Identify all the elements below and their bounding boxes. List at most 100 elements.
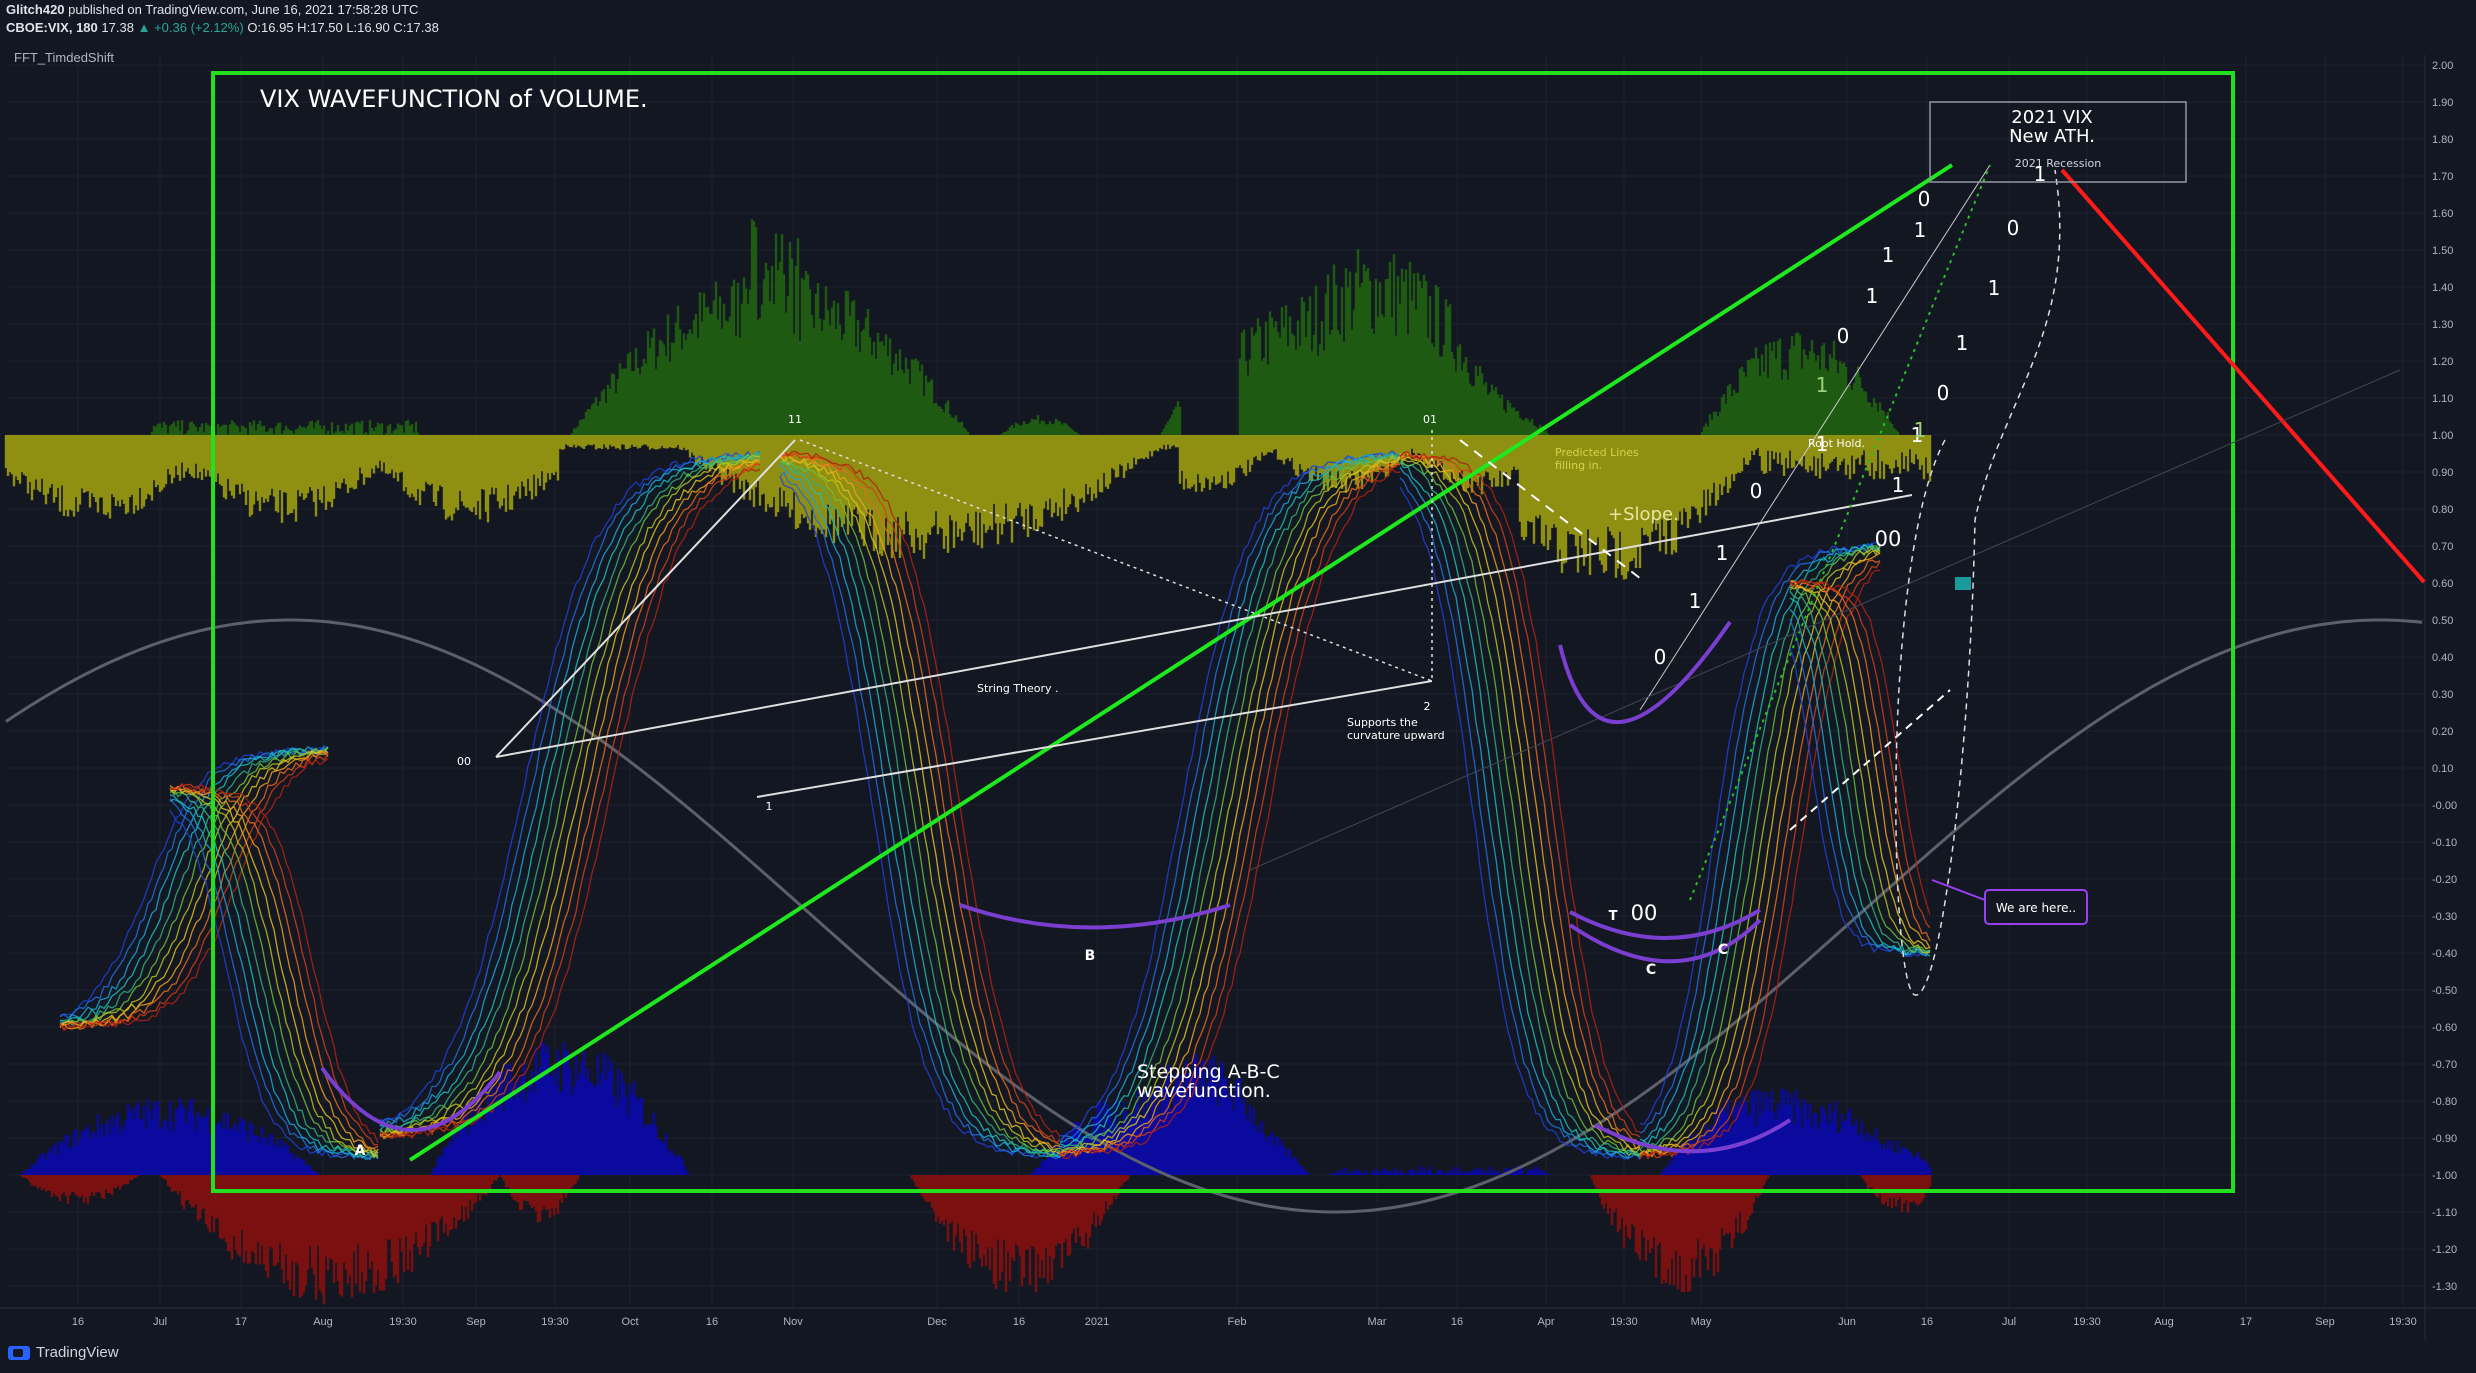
y-tick-label: 0.80 <box>2432 504 2453 516</box>
wave-line-rise <box>379 459 761 1137</box>
drawing-tools <box>211 71 2426 1193</box>
y-tick-label: 1.70 <box>2432 171 2453 183</box>
wave-line-rise <box>379 450 761 1123</box>
publish-info: Glitch420 published on TradingView.com, … <box>6 2 418 17</box>
wave-line-fall <box>169 787 379 1159</box>
wave-line-fall <box>1789 578 1931 929</box>
wave-line-rise <box>1059 457 1401 1157</box>
y-tick-label: -0.00 <box>2432 800 2457 812</box>
publisher-name[interactable]: Glitch420 <box>6 2 65 17</box>
red-volume-fill <box>20 1175 1932 1304</box>
ath-sub: 2021 Recession <box>2015 157 2101 170</box>
y-tick-label: 0.10 <box>2432 763 2453 775</box>
y-tick-label: 0.30 <box>2432 689 2453 701</box>
wave-line-rise <box>59 746 329 1026</box>
ohlc-values: O:16.95 H:17.50 L:16.90 C:17.38 <box>247 20 439 35</box>
supports-label-1: Supports the <box>1347 716 1418 729</box>
string-theory-line <box>495 494 1913 758</box>
y-tick-label: 0.70 <box>2432 541 2453 553</box>
green-volume-fill <box>150 420 420 435</box>
x-tick-label: 16 <box>1451 1316 1463 1328</box>
label-01: 01 <box>1423 413 1437 426</box>
chart-title: VIX WAVEFUNCTION of VOLUME. <box>260 85 648 113</box>
we-are-here-label: We are here.. <box>1996 901 2076 915</box>
ath-line1: 2021 VIX <box>2011 107 2092 128</box>
label-00-right: 00 <box>1875 527 1902 551</box>
y-tick-label: -0.80 <box>2432 1096 2457 1108</box>
binary-step-left: 0 <box>1654 645 1667 669</box>
wave-line-rise <box>1059 454 1401 1154</box>
label-a: A <box>355 1143 366 1159</box>
y-tick-label: -0.40 <box>2432 948 2457 960</box>
up-arrow-icon: ▲ <box>137 20 151 35</box>
label-c1: C <box>1646 962 1656 978</box>
label-11: 11 <box>788 413 802 426</box>
symbol-line[interactable]: CBOE:VIX, 180 <box>6 20 98 35</box>
wave-line-rise <box>379 450 761 1131</box>
y-tick-label: 1.20 <box>2432 356 2453 368</box>
green-dotted-line <box>1689 164 1991 901</box>
x-tick-label: Feb <box>1228 1316 1247 1328</box>
price-change: +0.36 (+2.12%) <box>154 20 244 35</box>
binary-step-right: 0 <box>1937 381 1950 405</box>
indicator-label[interactable]: FFT_TimdedShift <box>14 50 114 65</box>
wave-line-rise <box>379 460 761 1140</box>
y-tick-label: 1.00 <box>2432 430 2453 442</box>
wave-line-rise <box>379 458 761 1138</box>
binary-step-left: 1 <box>1689 589 1702 613</box>
binary-step-left: 1 <box>1882 243 1895 267</box>
wave-line-fall <box>779 464 1061 1158</box>
binary-step-left: 1 <box>1866 284 1879 308</box>
support-line <box>756 680 1433 798</box>
stepping-label-2: wavefunction. <box>1137 1080 1271 1102</box>
y-tick-label: 2.00 <box>2432 60 2453 72</box>
x-tick-label: Aug <box>2154 1316 2174 1328</box>
green-volume-fill <box>570 219 1182 435</box>
x-axis[interactable]: 16 Jul 17 Aug 19:30 Sep 19:30 Oct 16 Nov Dec 16 2021… <box>72 1316 2417 1328</box>
binary-step-left: 1 <box>1816 373 1829 397</box>
wave-line-fall <box>779 471 1061 1160</box>
y-tick-label: -0.70 <box>2432 1059 2457 1071</box>
binary-step-left: 0 <box>1837 324 1850 348</box>
tradingview-branding[interactable]: TradingView <box>8 1344 119 1361</box>
x-tick-label: Oct <box>621 1316 638 1328</box>
binary-step-left: 0 <box>1750 479 1763 503</box>
y-tick-label: 0.40 <box>2432 652 2453 664</box>
binary-step-left: 1 <box>1816 432 1829 456</box>
symbol-info: CBOE:VIX, 180 17.38 ▲ +0.36 (+2.12%) O:1… <box>6 20 439 35</box>
x-tick-label: 2021 <box>1085 1316 1109 1328</box>
x-tick-label: 19:30 <box>2389 1316 2417 1328</box>
y-tick-label: -0.50 <box>2432 985 2457 997</box>
binary-step-right: 0 <box>2007 216 2020 240</box>
y-tick-label: -0.60 <box>2432 1022 2457 1034</box>
wave-line-rise <box>1059 451 1401 1147</box>
binary-step-right: 1 <box>1914 418 1927 442</box>
last-price: 17.38 <box>101 20 134 35</box>
x-tick-label: 16 <box>1921 1316 1933 1328</box>
label-1-left: 1 <box>766 800 773 813</box>
ath-line2: New ATH. <box>2009 126 2095 147</box>
x-tick-label: 19:30 <box>389 1316 417 1328</box>
wave-line-rise <box>1059 468 1401 1160</box>
green-trend-line <box>408 163 1954 1162</box>
x-tick-label: 16 <box>1013 1316 1025 1328</box>
label-b: B <box>1085 948 1096 964</box>
we-are-here-pointer <box>1931 879 1986 901</box>
predicted-label-1: Predicted Lines <box>1555 446 1639 459</box>
wave-line-fall <box>779 461 1061 1159</box>
y-axis[interactable]: 2.00 1.90 1.80 1.70 1.60 1.50 1.40 1.30 1.20 1.10… <box>2432 60 2457 1293</box>
binary-step-right: 1 <box>1892 473 1905 497</box>
wave-line-rise <box>1059 462 1401 1156</box>
y-tick-label: 1.40 <box>2432 282 2453 294</box>
x-tick-label: 19:30 <box>541 1316 569 1328</box>
label-t: T <box>1609 909 1618 924</box>
x-tick-label: Mar <box>1368 1316 1387 1328</box>
wave-line-rise <box>379 463 761 1139</box>
wave-line-rise <box>1059 453 1401 1143</box>
x-tick-label: 19:30 <box>1610 1316 1638 1328</box>
tradingview-logo-icon <box>8 1345 30 1360</box>
x-tick-label: Sep <box>466 1316 486 1328</box>
label-00-mid: 00 <box>1631 901 1658 925</box>
label-c2: C <box>1718 942 1728 958</box>
y-tick-label: -1.20 <box>2432 1244 2457 1256</box>
